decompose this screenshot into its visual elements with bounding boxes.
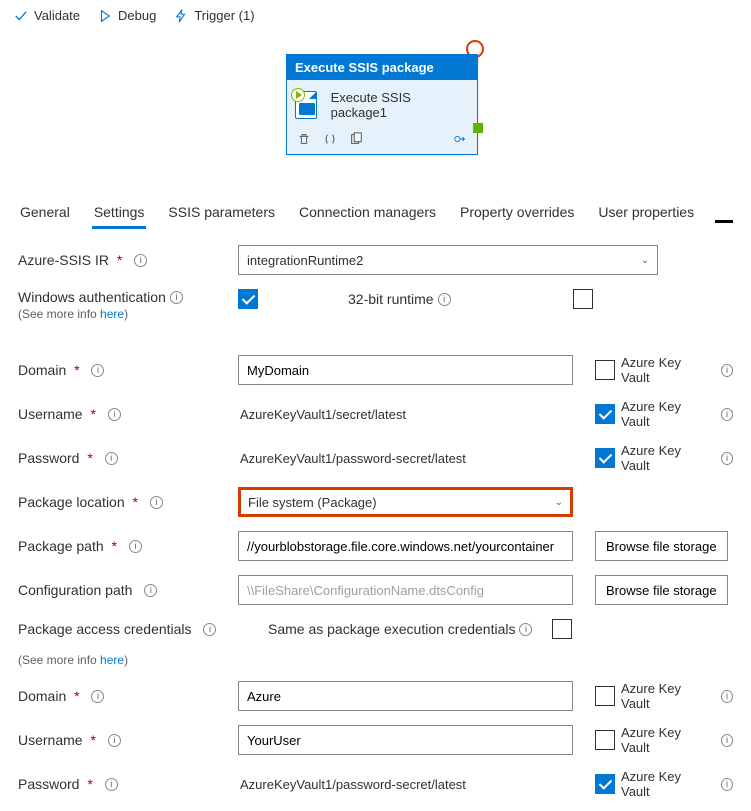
pipeline-canvas[interactable]: Execute SSIS package Execute SSIS packag…	[0, 32, 751, 192]
windows-auth-checkbox[interactable]	[238, 289, 258, 309]
domain-input[interactable]	[238, 355, 573, 385]
package-path-input[interactable]	[238, 531, 573, 561]
azure-ssis-ir-select[interactable]: integrationRuntime2⌄	[238, 245, 658, 275]
config-path-input[interactable]	[238, 575, 573, 605]
copy-icon[interactable]	[349, 132, 363, 146]
password2-label: Password * i	[18, 776, 238, 792]
windows-auth-label: Windows authentication i (See more info …	[18, 289, 238, 321]
akv-label: Azure Key Vault	[621, 769, 705, 799]
tab-user-properties[interactable]: User properties	[596, 198, 696, 228]
akv-label: Azure Key Vault	[621, 681, 705, 711]
code-icon[interactable]	[323, 132, 337, 146]
trigger-button[interactable]: Trigger (1)	[174, 8, 254, 23]
info-icon[interactable]: i	[721, 364, 733, 377]
info-icon[interactable]: i	[170, 291, 183, 304]
azure-ssis-ir-label: Azure-SSIS IR * i	[18, 252, 238, 268]
runtime-32-label: 32-bit runtime i	[348, 291, 451, 307]
domain2-akv-checkbox[interactable]	[595, 686, 615, 706]
info-icon[interactable]: i	[721, 408, 733, 421]
info-icon[interactable]: i	[108, 408, 121, 421]
domain-akv-checkbox[interactable]	[595, 360, 615, 380]
tab-overflow-marker	[715, 220, 733, 223]
info-icon[interactable]: i	[91, 364, 104, 377]
expand-arrow-icon[interactable]	[453, 132, 467, 146]
browse-config-path-button[interactable]: Browse file storage	[595, 575, 728, 605]
tab-settings[interactable]: Settings	[92, 198, 147, 228]
password2-akv-checkbox[interactable]	[595, 774, 615, 794]
runtime-32-checkbox[interactable]	[573, 289, 593, 309]
debug-button[interactable]: Debug	[98, 8, 156, 23]
tab-bar: General Settings SSIS parameters Connect…	[0, 198, 715, 229]
akv-label: Azure Key Vault	[621, 399, 705, 429]
info-icon[interactable]: i	[721, 734, 733, 747]
trigger-label: Trigger (1)	[194, 8, 254, 23]
tab-property-overrides[interactable]: Property overrides	[458, 198, 576, 228]
info-icon[interactable]: i	[105, 452, 118, 465]
domain-label: Domain * i	[18, 362, 238, 378]
username2-akv-checkbox[interactable]	[595, 730, 615, 750]
info-icon[interactable]: i	[438, 293, 451, 306]
password2-secret-ref: AzureKeyVault1/password-secret/latest	[238, 777, 466, 792]
browse-package-path-button[interactable]: Browse file storage	[595, 531, 728, 561]
info-icon[interactable]: i	[150, 496, 163, 509]
info-link[interactable]: here	[100, 307, 124, 321]
password-secret-ref: AzureKeyVault1/password-secret/latest	[238, 451, 466, 466]
ssis-package-icon	[295, 91, 323, 119]
package-access-label: Package access credentials i	[18, 621, 238, 637]
see-more-info: (See more info here)	[18, 653, 238, 667]
info-icon[interactable]: i	[108, 734, 121, 747]
akv-label: Azure Key Vault	[621, 443, 705, 473]
info-icon[interactable]: i	[721, 690, 733, 703]
password-akv-checkbox[interactable]	[595, 448, 615, 468]
info-icon[interactable]: i	[134, 254, 147, 267]
debug-label: Debug	[118, 8, 156, 23]
activity-card[interactable]: Execute SSIS package Execute SSIS packag…	[286, 54, 478, 155]
delete-icon[interactable]	[297, 132, 311, 146]
validate-label: Validate	[34, 8, 80, 23]
akv-label: Azure Key Vault	[621, 725, 705, 755]
tab-general[interactable]: General	[18, 198, 72, 228]
check-icon	[14, 9, 28, 23]
akv-label: Azure Key Vault	[621, 355, 705, 385]
info-icon[interactable]: i	[721, 452, 733, 465]
tab-connection-managers[interactable]: Connection managers	[297, 198, 438, 228]
username-akv-checkbox[interactable]	[595, 404, 615, 424]
username2-input[interactable]	[238, 725, 573, 755]
info-link[interactable]: here	[100, 653, 124, 667]
username2-label: Username * i	[18, 732, 238, 748]
info-icon[interactable]: i	[519, 623, 532, 636]
info-icon[interactable]: i	[105, 778, 118, 791]
same-as-checkbox[interactable]	[552, 619, 572, 639]
package-location-select[interactable]: File system (Package)⌄	[238, 487, 573, 517]
info-icon[interactable]: i	[129, 540, 142, 553]
password-label: Password * i	[18, 450, 238, 466]
domain2-label: Domain * i	[18, 688, 238, 704]
activity-name: Execute SSIS package1	[331, 90, 469, 120]
bolt-icon	[174, 9, 188, 23]
activity-card-title: Execute SSIS package	[287, 55, 477, 80]
username-secret-ref: AzureKeyVault1/secret/latest	[238, 407, 406, 422]
config-path-label: Configuration path i	[18, 582, 238, 598]
info-icon[interactable]: i	[144, 584, 157, 597]
play-outline-icon	[98, 9, 112, 23]
info-icon[interactable]: i	[721, 778, 733, 791]
package-location-label: Package location * i	[18, 494, 238, 510]
info-icon[interactable]: i	[91, 690, 104, 703]
validate-button[interactable]: Validate	[14, 8, 80, 23]
same-as-label: Same as package execution credentials i	[268, 621, 532, 637]
tab-ssis-parameters[interactable]: SSIS parameters	[166, 198, 277, 228]
info-icon[interactable]: i	[203, 623, 216, 636]
username-label: Username * i	[18, 406, 238, 422]
domain2-input[interactable]	[238, 681, 573, 711]
output-handle[interactable]	[473, 123, 483, 133]
package-path-label: Package path * i	[18, 538, 238, 554]
